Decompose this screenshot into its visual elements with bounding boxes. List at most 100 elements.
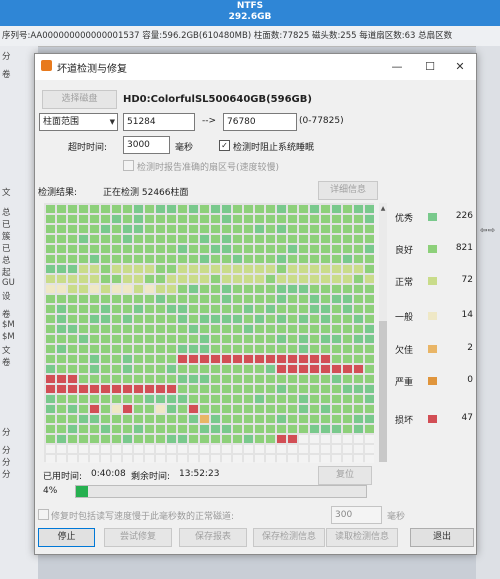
stop-button[interactable]: 停止	[38, 528, 95, 547]
maximize-button[interactable]: ☐	[418, 58, 442, 76]
sector-cell	[68, 225, 77, 233]
sector-cell	[68, 395, 77, 403]
sector-cell	[365, 335, 374, 343]
sector-cell	[57, 405, 66, 413]
sector-cell	[145, 295, 154, 303]
range-start-input[interactable]: 51284	[123, 113, 195, 131]
repair-option-checkbox[interactable]	[38, 509, 49, 520]
sector-cell	[222, 435, 231, 443]
sector-cell	[233, 275, 242, 283]
resize-arrows-icon[interactable]: ⇦⇨	[480, 226, 495, 236]
sector-cell	[101, 325, 110, 333]
sector-cell	[354, 285, 363, 293]
sector-cell	[57, 325, 66, 333]
sector-cell	[321, 275, 330, 283]
range-end-input[interactable]: 76780	[223, 113, 297, 131]
sector-cell	[365, 255, 374, 263]
sector-cell	[112, 225, 121, 233]
sector-cell	[200, 215, 209, 223]
minimize-button[interactable]: —	[385, 58, 409, 76]
sector-cell	[365, 345, 374, 353]
legend-label: 欠佳	[395, 346, 414, 356]
sector-cell	[299, 425, 308, 433]
sector-cell	[310, 425, 319, 433]
sector-cell	[222, 395, 231, 403]
sector-cell	[266, 225, 275, 233]
sector-cell	[332, 335, 341, 343]
sector-cell	[310, 285, 319, 293]
sector-cell	[299, 365, 308, 373]
sector-cell	[57, 245, 66, 253]
sector-cell	[343, 365, 352, 373]
sector-cell	[167, 295, 176, 303]
sector-cell	[200, 225, 209, 233]
sector-cell	[211, 455, 220, 463]
sector-cell	[332, 235, 341, 243]
sector-cell	[167, 355, 176, 363]
sector-cell	[123, 335, 132, 343]
save-report-button[interactable]: 保存报表	[179, 528, 247, 547]
sector-cell	[266, 435, 275, 443]
sector-cell	[145, 275, 154, 283]
background-side-label: 分	[2, 458, 11, 468]
sector-cell	[134, 395, 143, 403]
sector-cell	[222, 235, 231, 243]
timeout-input[interactable]: 3000	[123, 136, 170, 154]
reset-button[interactable]: 复位	[318, 466, 372, 485]
sector-cell	[189, 215, 198, 223]
sector-cell	[145, 255, 154, 263]
range-mode-select[interactable]: 柱面范围 ▼	[39, 113, 118, 131]
remaining-value: 13:52:23	[179, 469, 220, 479]
sector-cell	[189, 385, 198, 393]
sector-cell	[112, 345, 121, 353]
sector-cell	[299, 445, 308, 453]
sector-cell	[233, 455, 242, 463]
sector-cell	[101, 435, 110, 443]
sector-cell	[288, 315, 297, 323]
sector-cell	[145, 435, 154, 443]
sector-cell	[112, 295, 121, 303]
sector-cell	[123, 235, 132, 243]
sector-cell	[354, 365, 363, 373]
sector-cell	[145, 355, 154, 363]
repair-ms-input[interactable]: 300	[331, 506, 382, 524]
sector-cell	[134, 375, 143, 383]
sector-cell	[189, 405, 198, 413]
sector-cell	[343, 215, 352, 223]
scrollbar[interactable]: ▲	[379, 203, 387, 462]
exit-button[interactable]: 退出	[410, 528, 474, 547]
prevent-sleep-checkbox[interactable]: ✓	[219, 140, 230, 151]
sector-cell	[321, 295, 330, 303]
select-disk-button[interactable]: 选择磁盘	[42, 90, 117, 109]
close-button[interactable]: ✕	[448, 58, 472, 76]
sector-cell	[145, 415, 154, 423]
progress-text: 4%	[43, 486, 58, 496]
sector-cell	[255, 225, 264, 233]
try-repair-button[interactable]: 尝试修复	[104, 528, 172, 547]
sector-cell	[222, 275, 231, 283]
scroll-up-icon[interactable]: ▲	[379, 205, 387, 212]
sector-cell	[145, 215, 154, 223]
details-button[interactable]: 详细信息	[318, 181, 378, 200]
sector-cell	[134, 325, 143, 333]
sector-cell	[233, 235, 242, 243]
sector-cell	[310, 305, 319, 313]
sector-cell	[288, 425, 297, 433]
sector-cell	[255, 255, 264, 263]
sector-cell	[222, 455, 231, 463]
load-info-button[interactable]: 读取检测信息	[326, 528, 398, 547]
report-sectors-checkbox[interactable]	[123, 160, 134, 171]
sector-cell	[321, 365, 330, 373]
sector-cell	[310, 295, 319, 303]
sector-cell	[167, 285, 176, 293]
sector-cell	[222, 335, 231, 343]
sector-cell	[288, 365, 297, 373]
sector-cell	[189, 335, 198, 343]
sector-cell	[123, 245, 132, 253]
sector-cell	[211, 285, 220, 293]
save-info-button[interactable]: 保存检测信息	[253, 528, 325, 547]
sector-cell	[354, 425, 363, 433]
sector-cell	[332, 425, 341, 433]
sector-cell	[332, 385, 341, 393]
scrollbar-thumb[interactable]	[379, 321, 387, 462]
